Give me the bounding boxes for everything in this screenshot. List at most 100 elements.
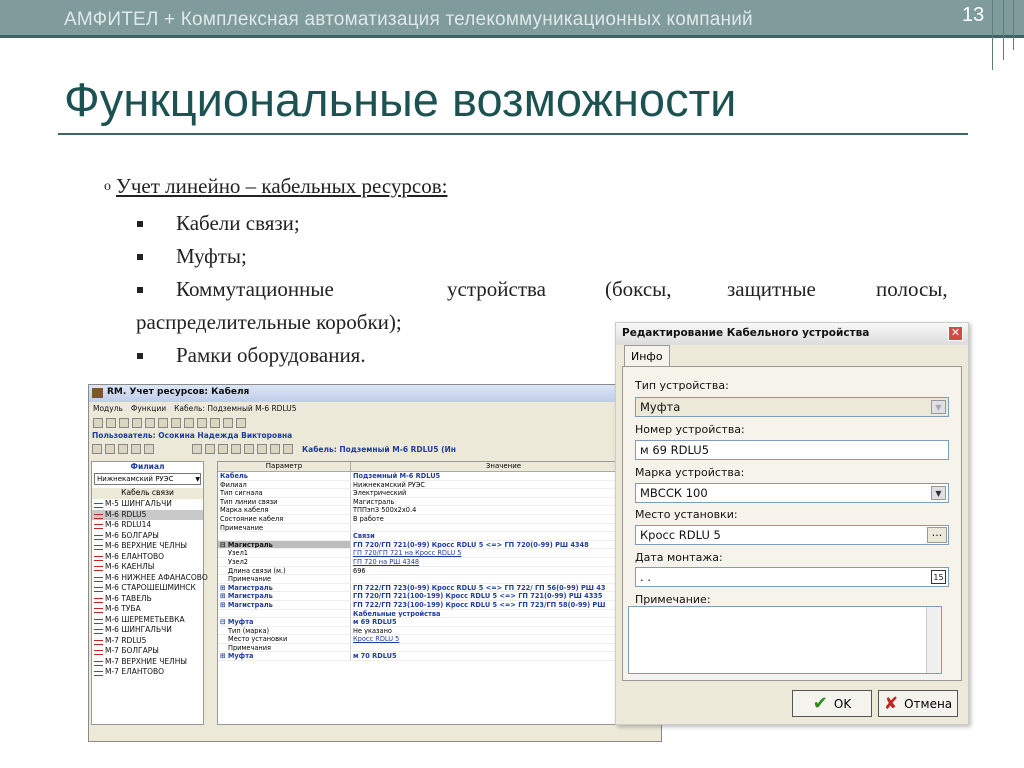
tool-icon[interactable] <box>171 417 181 428</box>
list-item[interactable]: М-7 ВЕРХНИЕ ЧЕЛНЫ <box>92 657 203 668</box>
place-field[interactable]: Кросс RDLU 5... <box>635 525 949 545</box>
table-row[interactable]: Примечания <box>218 643 656 653</box>
col-param: Параметр <box>218 462 351 471</box>
list-item[interactable]: М-5 ШИНГАЛЬЧИ <box>92 499 203 510</box>
date-label: Дата монтажа: <box>635 551 723 564</box>
cell-value: ГП 720/ГП 721(0-99) Кросс RDLU 5 <=> ГП … <box>353 540 589 549</box>
browse-button[interactable]: ... <box>927 527 947 543</box>
cancel-button[interactable]: ✘ Отмена <box>878 690 958 717</box>
list-item[interactable]: М-6 RDLU14 <box>92 520 203 531</box>
note-textarea[interactable] <box>628 606 942 674</box>
scrollbar[interactable] <box>926 607 941 673</box>
tool-icon[interactable] <box>244 444 254 454</box>
brand-select[interactable]: МВССК 100 ▼ <box>635 483 949 503</box>
list-item[interactable]: М-6 ШИНГАЛЬЧИ <box>92 625 203 636</box>
cell-param: ⊞ Магистраль <box>218 600 351 609</box>
tool-icon[interactable] <box>92 444 102 454</box>
date-field[interactable]: . . 15 <box>635 567 949 587</box>
number-label: Номер устройства: <box>635 423 745 436</box>
table-row[interactable]: Тип линии связи Магистраль <box>218 497 656 507</box>
cell-param: Длина связи (м.) <box>218 566 351 575</box>
type-value: Муфта <box>640 400 681 414</box>
close-icon[interactable]: ✕ <box>948 326 963 341</box>
ok-button[interactable]: ✔ OK <box>792 690 872 717</box>
cell-param: Узел1 <box>218 549 351 557</box>
list-item[interactable]: М-6 ВЕРХНИЕ ЧЕЛНЫ <box>92 541 203 552</box>
place-label: Место установки: <box>635 508 738 521</box>
table-row[interactable]: ⊞ Муфта м 70 RDLU5 <box>218 652 656 662</box>
tool-icon[interactable] <box>106 417 116 428</box>
tool-icon[interactable] <box>158 417 168 428</box>
table-row[interactable]: Место установки Кросс RDLU 5 <box>218 635 656 644</box>
table-row[interactable]: Примечание <box>218 523 656 533</box>
filial-value: Нижнекамский РУЭС <box>97 475 174 483</box>
list-item[interactable]: М-6 ТАВЕЛЬ <box>92 594 203 605</box>
cell-param: ⊞ Муфта <box>218 652 351 661</box>
table-row[interactable]: Филиал Нижнекамский РУЭС <box>218 480 656 490</box>
table-row[interactable]: Длина связи (м.) 696 <box>218 566 656 576</box>
tool-icon[interactable] <box>131 444 141 454</box>
grid-header: Параметр Значение <box>218 462 656 472</box>
table-row[interactable]: Состояние кабеля В работе <box>218 514 656 524</box>
menu-module[interactable]: Модуль <box>93 404 123 413</box>
calendar-icon[interactable]: 15 <box>931 570 946 584</box>
table-row[interactable]: ⊟ Магистраль ГП 720/ГП 721(0-99) Кросс RD… <box>218 540 656 550</box>
tool-icon[interactable] <box>184 417 194 428</box>
tool-icon[interactable] <box>223 417 233 428</box>
tool-icon[interactable] <box>145 417 155 428</box>
list-item[interactable]: М-7 RDLU5 <box>92 636 203 647</box>
tool-icon[interactable] <box>270 444 280 454</box>
tab-info[interactable]: Инфо <box>624 345 670 366</box>
tool-icon[interactable] <box>197 417 207 428</box>
number-field[interactable]: м 69 RDLU5 <box>635 440 949 460</box>
check-icon: ✔ <box>812 693 828 714</box>
tool-icon[interactable] <box>119 417 129 428</box>
table-row[interactable]: ⊟ Муфта м 69 RDLU5 <box>218 618 656 627</box>
table-row[interactable]: Узел1 ГП 720/ГП 721 на Кросс RDLU 5 <box>218 549 656 558</box>
tool-icon[interactable] <box>210 417 220 428</box>
tool-icon[interactable] <box>105 444 115 454</box>
user-label: Пользователь: Осокина Надежда Викторовна <box>92 431 293 440</box>
table-row[interactable]: Кабельные устройства <box>218 609 656 619</box>
tool-icon[interactable] <box>93 417 103 428</box>
tool-icon[interactable] <box>132 417 142 428</box>
list-item[interactable]: М-6 RDLU5 <box>92 509 203 520</box>
table-row[interactable]: Связи <box>218 532 656 541</box>
tool-icon[interactable] <box>118 444 128 454</box>
type-select[interactable]: Муфта ▼ <box>635 397 949 417</box>
tool-icon[interactable] <box>231 444 241 454</box>
list-item[interactable]: М-6 ШЕРЕМЕТЬЕВКА <box>92 615 203 626</box>
table-row[interactable]: Примечание <box>218 575 656 584</box>
table-row[interactable]: Марка кабеля ТППэпЗ 500х2х0.4 <box>218 506 656 515</box>
menu-functions[interactable]: Функции <box>131 404 166 413</box>
tool-icon[interactable] <box>257 444 267 454</box>
table-row[interactable]: Узел2 ГП 720 на РШ 4348 <box>218 557 656 567</box>
cell-param: Состояние кабеля <box>218 514 351 523</box>
table-row[interactable]: ⊞ Магистраль ГП 722/ГП 723(100-199) Кросс… <box>218 600 656 610</box>
tool-icon[interactable] <box>192 444 202 454</box>
table-row[interactable]: Тип сигнала Электрический <box>218 489 656 498</box>
list-item[interactable]: М-6 КАЕНЛЫ <box>92 562 203 573</box>
bullet-frames: Рамки оборудования. <box>176 343 366 367</box>
list-item[interactable]: М-6 СТАРОШЕШМИНСК <box>92 583 203 594</box>
list-item[interactable]: М-7 ЕЛАНТОВО <box>92 667 203 678</box>
main-point: o Учет линейно – кабельных ресурсов: <box>104 174 447 199</box>
table-row[interactable]: Кабель Подземный М-6 RDLU5 <box>218 472 656 481</box>
cancel-label: Отмена <box>904 696 953 711</box>
tool-icon[interactable] <box>218 444 228 454</box>
table-row[interactable]: ⊞ Магистраль ГП 722/ГП 723(0-99) Кросс RD… <box>218 583 656 593</box>
filial-select[interactable]: Нижнекамский РУЭС ▼ <box>94 473 201 485</box>
table-row[interactable]: ⊞ Магистраль ГП 720/ГП 721(100-199) Кросс… <box>218 592 656 601</box>
list-item[interactable]: М-6 НИЖНЕЕ АФАНАСОВО <box>92 573 208 584</box>
list-item[interactable]: М-6 ТУБА <box>92 604 203 615</box>
list-item[interactable]: М-7 БОЛГАРЫ <box>92 646 203 657</box>
tool-icon[interactable] <box>236 417 246 428</box>
tool-icon[interactable] <box>283 444 293 454</box>
menu-cable[interactable]: Кабель: Подземный М-6 RDLU5 <box>174 404 296 413</box>
list-item[interactable]: М-6 ЕЛАНТОВО <box>92 552 203 563</box>
tool-icon[interactable] <box>144 444 154 454</box>
cell-param: Марка кабеля <box>218 506 351 514</box>
tool-icon[interactable] <box>205 444 215 454</box>
list-item[interactable]: М-6 БОЛГАРЫ <box>92 531 203 542</box>
table-row[interactable]: Тип (марка) Не указано <box>218 626 656 636</box>
